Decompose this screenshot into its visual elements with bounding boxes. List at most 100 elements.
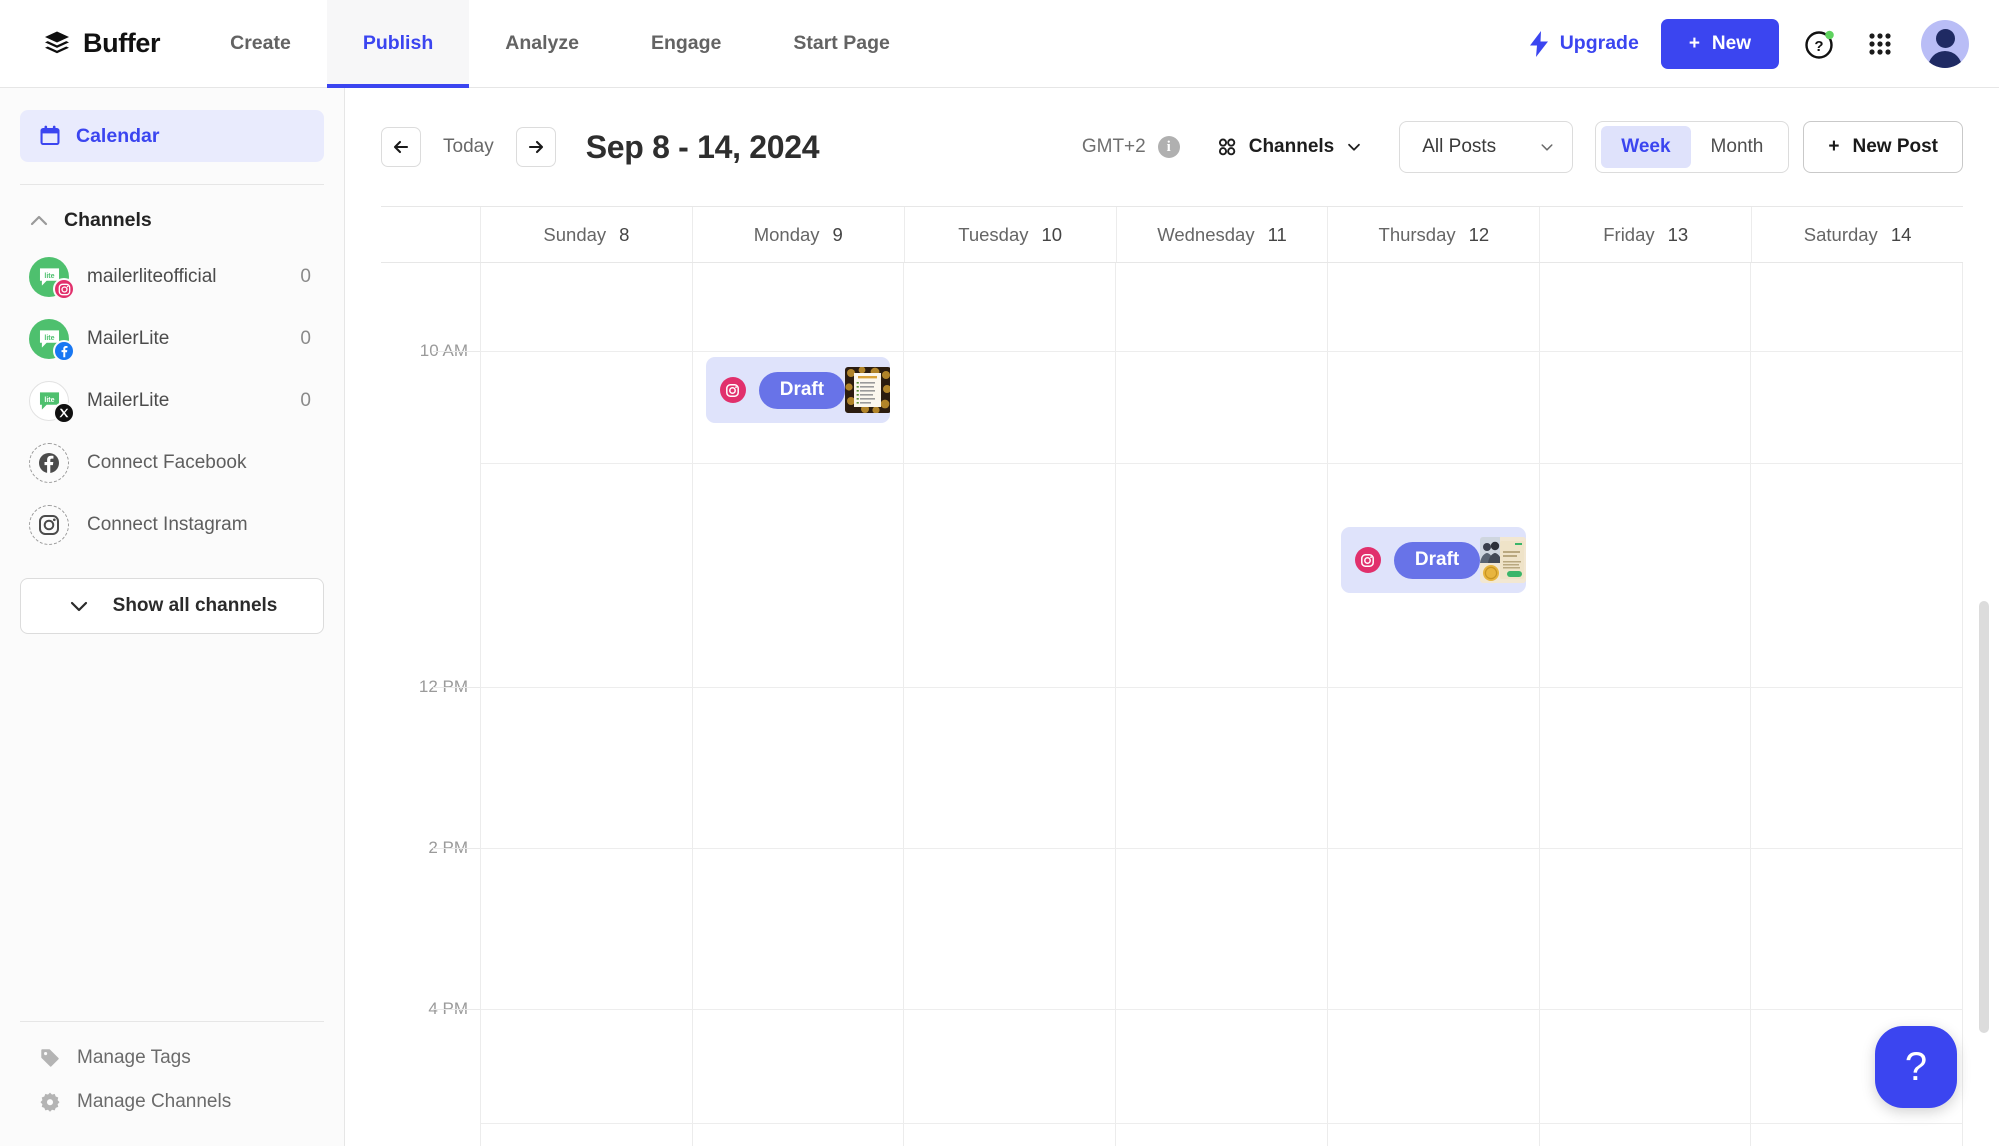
svg-text:lite: lite: [44, 273, 54, 280]
calendar-day-header-row: Sunday 8 Monday 9 Tuesday 10 Wednesday 1…: [381, 206, 1963, 263]
nav-tab-analyze[interactable]: Analyze: [469, 0, 615, 87]
sidebar-channel-mailerlite-x[interactable]: lite MailerLite 0: [20, 370, 324, 432]
manage-channels-link[interactable]: Manage Channels: [20, 1080, 324, 1124]
calendar-post-card[interactable]: Draft: [1340, 527, 1526, 593]
day-header-thursday[interactable]: Thursday 12: [1328, 207, 1541, 262]
sidebar-footer: Manage Tags Manage Channels: [0, 1021, 344, 1146]
chevron-down-icon: [70, 601, 87, 612]
channel-avatar: lite: [29, 381, 75, 424]
time-tick-line: [433, 351, 480, 352]
day-column-saturday[interactable]: [1751, 263, 1963, 1146]
chevron-down-icon: [1348, 143, 1361, 151]
sidebar-channel-mailerlite-facebook[interactable]: lite MailerLite 0: [20, 308, 324, 370]
timezone-indicator: GMT+2 i: [1082, 136, 1180, 158]
sidebar-channels-toggle[interactable]: Channels: [0, 185, 344, 232]
channel-name: MailerLite: [87, 328, 170, 349]
grid-hour-line: [481, 1123, 1963, 1124]
date-range-title: Sep 8 - 14, 2024: [585, 128, 820, 165]
help-fab-button[interactable]: ?: [1875, 1026, 1957, 1108]
instagram-icon: [39, 515, 59, 535]
post-thumbnail: [1480, 537, 1526, 583]
top-nav-actions: Upgrade + New ?: [1527, 0, 1999, 87]
connect-instagram-label: Connect Instagram: [87, 514, 248, 535]
day-number: 10: [1041, 223, 1063, 245]
instagram-badge-icon: [53, 278, 75, 300]
vertical-scrollbar[interactable]: [1979, 601, 1989, 1033]
day-number: 12: [1468, 223, 1490, 245]
nav-tab-publish[interactable]: Publish: [326, 0, 470, 88]
previous-week-button[interactable]: [381, 127, 421, 167]
grid-hour-line: [481, 351, 1963, 352]
grid-dots-icon: [1869, 32, 1891, 55]
new-plus-icon: +: [1688, 32, 1700, 54]
connect-avatar-placeholder: [29, 443, 69, 483]
channels-filter-dropdown[interactable]: Channels: [1216, 136, 1364, 158]
next-week-button[interactable]: [515, 127, 556, 167]
buffer-logo[interactable]: Buffer: [0, 0, 194, 87]
day-header-friday[interactable]: Friday 13: [1540, 207, 1753, 262]
show-all-channels-button[interactable]: Show all channels: [20, 578, 324, 634]
apps-grid-button[interactable]: [1861, 25, 1899, 63]
day-header-saturday[interactable]: Saturday 14: [1752, 207, 1963, 262]
day-header-monday[interactable]: Monday 9: [693, 207, 905, 262]
info-icon[interactable]: i: [1157, 136, 1180, 158]
nav-tab-start-page[interactable]: Start Page: [757, 0, 925, 87]
connect-instagram-button[interactable]: Connect Instagram: [20, 494, 324, 556]
sidebar-footer-divider: [20, 1021, 324, 1022]
post-thumbnail: [845, 367, 891, 413]
nav-tab-create[interactable]: Create: [194, 0, 327, 87]
day-name: Thursday: [1378, 223, 1456, 245]
gear-icon: [40, 1092, 60, 1112]
sidebar-channel-mailerliteofficial[interactable]: lite mailerliteofficial 0: [20, 246, 324, 308]
new-button[interactable]: + New: [1660, 18, 1779, 69]
upgrade-button[interactable]: Upgrade: [1527, 30, 1639, 58]
main-nav-tabs: Create Publish Analyze Engage Start Page: [194, 0, 926, 88]
calendar-post-card[interactable]: Draft: [705, 357, 891, 423]
day-column-thursday[interactable]: Draft: [1328, 263, 1540, 1146]
day-name: Wednesday: [1157, 223, 1255, 245]
day-number: 13: [1667, 223, 1689, 245]
new-post-label: New Post: [1852, 136, 1938, 157]
facebook-icon: [39, 453, 59, 473]
manage-tags-link[interactable]: Manage Tags: [20, 1036, 324, 1080]
tag-icon: [41, 1049, 59, 1067]
channel-count: 0: [300, 328, 311, 349]
day-columns: Draft Draft: [481, 263, 1963, 1146]
channels-grid-icon: [1218, 138, 1235, 156]
day-column-monday[interactable]: Draft: [693, 263, 905, 1146]
calendar-toolbar-right: GMT+2 i Channels All Posts Week Month + …: [1082, 121, 1963, 173]
connect-facebook-button[interactable]: Connect Facebook: [20, 432, 324, 494]
caret-down-icon: [1541, 144, 1553, 151]
day-column-tuesday[interactable]: [904, 263, 1117, 1146]
time-gutter-header: [381, 207, 481, 262]
calendar-toolbar: Today Sep 8 - 14, 2024 GMT+2 i Channels …: [345, 88, 1999, 206]
view-mode-month[interactable]: Month: [1691, 126, 1784, 168]
day-name: Tuesday: [958, 223, 1029, 245]
help-menu-button[interactable]: ?: [1801, 25, 1839, 63]
calendar-grid: 10 AM 12 PM 2 PM 4 PM Draft Draft: [381, 263, 1963, 1146]
sidebar: Calendar Channels lite mailerliteofficia…: [0, 88, 345, 1146]
sidebar-item-calendar[interactable]: Calendar: [20, 110, 324, 162]
view-mode-week[interactable]: Week: [1601, 126, 1691, 168]
user-avatar[interactable]: [1921, 19, 1969, 68]
day-column-wednesday[interactable]: [1116, 263, 1328, 1146]
nav-tab-engage[interactable]: Engage: [615, 0, 757, 87]
connect-facebook-label: Connect Facebook: [87, 452, 247, 473]
chevron-up-icon: [30, 215, 48, 225]
body-split: Calendar Channels lite mailerliteofficia…: [0, 88, 1999, 1146]
calendar-scroll-area[interactable]: 10 AM 12 PM 2 PM 4 PM Draft Draft: [381, 263, 1963, 1146]
day-header-tuesday[interactable]: Tuesday 10: [905, 207, 1117, 262]
view-mode-toggle: Week Month: [1595, 121, 1790, 173]
new-post-button[interactable]: + New Post: [1803, 121, 1963, 173]
day-header-wednesday[interactable]: Wednesday 11: [1117, 207, 1329, 262]
time-tick-line: [433, 687, 480, 688]
today-button[interactable]: Today: [421, 136, 516, 158]
day-name: Monday: [753, 223, 820, 245]
channel-count: 0: [300, 266, 311, 287]
facebook-glyph-icon: [61, 345, 68, 358]
channel-avatar: lite: [29, 257, 75, 300]
posts-filter-select[interactable]: All Posts: [1399, 121, 1574, 173]
day-column-sunday[interactable]: [481, 263, 693, 1146]
day-column-friday[interactable]: [1540, 263, 1752, 1146]
day-header-sunday[interactable]: Sunday 8: [481, 207, 693, 262]
